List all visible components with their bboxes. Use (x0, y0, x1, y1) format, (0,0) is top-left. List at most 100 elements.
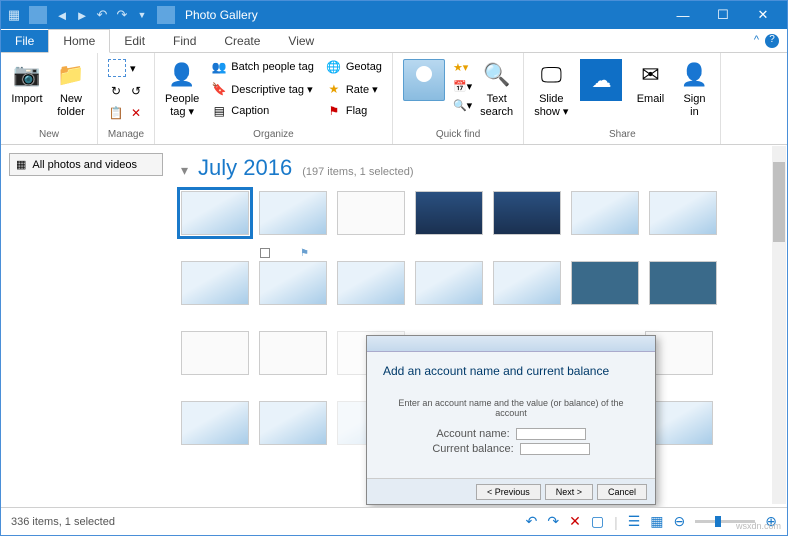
email-icon: ✉ (634, 59, 666, 91)
thumbnail[interactable] (415, 261, 483, 305)
thumbs-view-icon[interactable]: ▦ (650, 513, 663, 530)
slideshow-status-icon[interactable]: ▢ (591, 513, 604, 530)
back-icon[interactable]: ◄ (53, 6, 71, 24)
collapse-icon[interactable]: ▾ (181, 162, 188, 179)
undo-icon[interactable]: ↶ (93, 6, 111, 24)
tab-home[interactable]: Home (48, 29, 110, 53)
thumbnail[interactable] (337, 191, 405, 235)
search-icon: 🔍 (481, 59, 513, 91)
delete-icon: ✕ (128, 105, 144, 121)
thumbnail[interactable] (181, 191, 249, 235)
group-date: July 2016 (198, 155, 292, 181)
slideshow-icon: 🖵 (535, 59, 567, 91)
thumbnail[interactable] (259, 331, 327, 375)
skydrive-button[interactable]: ☁ (576, 57, 626, 103)
people-icon: 👥 (211, 59, 227, 75)
select-button[interactable]: ▾ (104, 57, 148, 79)
date-filter-icon[interactable]: 📅▾ (453, 80, 472, 93)
delete-button[interactable]: 📋✕ (104, 103, 148, 123)
geotag-button[interactable]: 🌐Geotag (322, 57, 386, 77)
ribbon: 📷Import 📁New folder New ▾ ↻↺ 📋✕ Manage 👤… (1, 53, 787, 145)
watermark: wsxdn.com (736, 521, 781, 531)
caption-button[interactable]: ▤Caption (207, 101, 318, 121)
thumbnail[interactable] (415, 191, 483, 235)
maximize-button[interactable]: ☐ (703, 1, 743, 29)
quick-access-toolbar: ▦ ◄ ► ↶ ↷ ▼ (5, 6, 179, 24)
details-view-icon[interactable]: ☰ (628, 513, 641, 530)
batch-people-button[interactable]: 👥Batch people tag (207, 57, 318, 77)
slideshow-button[interactable]: 🖵Slide show ▾ (530, 57, 572, 121)
email-button[interactable]: ✉Email (630, 57, 670, 108)
descriptive-tag-button[interactable]: 🔖Descriptive tag ▾ (207, 79, 318, 99)
signin-button[interactable]: 👤Sign in (674, 57, 714, 121)
preview-hint: Enter an account name and the value (or … (383, 398, 639, 418)
import-button[interactable]: 📷Import (7, 57, 47, 108)
tab-view[interactable]: View (274, 30, 328, 52)
thumbnail[interactable] (493, 261, 561, 305)
qat-dropdown-icon[interactable]: ▼ (133, 6, 151, 24)
thumbnail[interactable] (181, 401, 249, 445)
thumbnail[interactable] (259, 401, 327, 445)
person-icon: 👤 (166, 59, 198, 91)
preview-popup: Add an account name and current balance … (366, 335, 656, 505)
delete-status-icon[interactable]: ✕ (569, 513, 581, 530)
avatar-icon (403, 59, 445, 101)
copy-icon: 📋 (108, 105, 124, 121)
cancel-button[interactable]: Cancel (597, 484, 647, 500)
thumbnail[interactable] (493, 191, 561, 235)
status-text: 336 items, 1 selected (11, 516, 115, 528)
minimize-button[interactable]: — (663, 1, 703, 29)
flag-filter-icon[interactable]: 🔍▾ (453, 99, 472, 112)
caption-icon: ▤ (211, 103, 227, 119)
flag-icon[interactable]: ⚑ (300, 248, 309, 259)
avatar-filter[interactable] (399, 57, 449, 103)
group-count: (197 items, 1 selected) (302, 166, 413, 178)
scrollbar[interactable] (772, 146, 786, 504)
flag-button[interactable]: ⚑Flag (322, 101, 386, 121)
new-folder-button[interactable]: 📁New folder (51, 57, 91, 121)
forward-icon[interactable]: ► (73, 6, 91, 24)
tab-create[interactable]: Create (210, 30, 274, 52)
select-icon (108, 59, 126, 77)
ribbon-tabs: File Home Edit Find Create View ^? (1, 29, 787, 53)
sidebar-item-all-photos[interactable]: ▦ All photos and videos (9, 153, 163, 176)
text-search-button[interactable]: 🔍Text search (476, 57, 517, 121)
preview-heading: Add an account name and current balance (383, 364, 639, 378)
user-icon: 👤 (678, 59, 710, 91)
window-title: Photo Gallery (185, 8, 258, 22)
rate-button[interactable]: ★Rate ▾ (322, 79, 386, 99)
tab-edit[interactable]: Edit (110, 30, 159, 52)
thumbnail[interactable] (571, 261, 639, 305)
thumbnail[interactable]: ⚑ (259, 261, 327, 305)
account-name-input[interactable] (516, 428, 586, 440)
next-button[interactable]: Next > (545, 484, 593, 500)
thumbnail[interactable] (337, 261, 405, 305)
redo-icon[interactable]: ↷ (113, 6, 131, 24)
rotate-button[interactable]: ↻↺ (104, 81, 148, 101)
zoom-out-icon[interactable]: ⊖ (674, 513, 686, 530)
help-icon[interactable]: ? (765, 34, 779, 48)
tab-find[interactable]: Find (159, 30, 210, 52)
thumbnail[interactable] (649, 261, 717, 305)
rating-filter-icon[interactable]: ★▾ (453, 61, 472, 74)
checkbox-icon[interactable] (260, 248, 270, 258)
close-button[interactable]: ✕ (743, 1, 783, 29)
scrollbar-thumb[interactable] (773, 162, 785, 242)
rotate-right-icon[interactable]: ↷ (547, 513, 559, 530)
thumbnail[interactable] (181, 261, 249, 305)
collapse-ribbon-icon[interactable]: ^ (754, 34, 759, 48)
app-icon: ▦ (5, 6, 23, 24)
previous-button[interactable]: < Previous (476, 484, 541, 500)
thumbnail[interactable] (181, 331, 249, 375)
preview-titlebar[interactable] (367, 336, 655, 352)
sidebar: ▦ All photos and videos (1, 145, 171, 507)
thumbnail[interactable] (649, 191, 717, 235)
rotate-left-icon[interactable]: ↶ (526, 513, 538, 530)
photos-icon: ▦ (16, 158, 26, 171)
people-tag-button[interactable]: 👤People tag ▾ (161, 57, 203, 121)
thumbnail[interactable] (259, 191, 327, 235)
thumbnail[interactable] (571, 191, 639, 235)
balance-input[interactable] (520, 443, 590, 455)
tab-file[interactable]: File (1, 30, 48, 52)
cloud-icon: ☁ (580, 59, 622, 101)
